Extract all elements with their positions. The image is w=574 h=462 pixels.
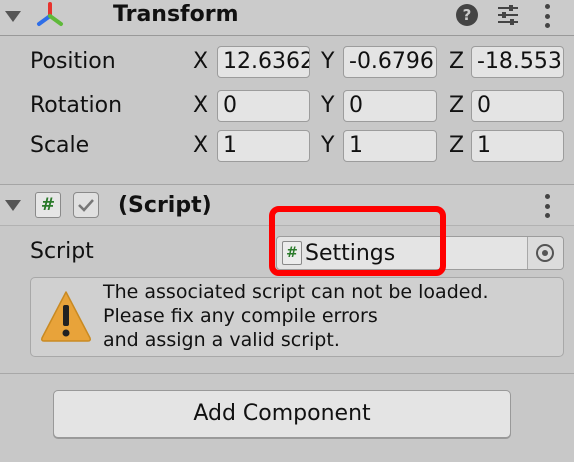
svg-text:?: ?	[463, 6, 472, 24]
rotation-z-label[interactable]: Z	[449, 93, 464, 118]
position-x-label[interactable]: X	[193, 49, 208, 74]
position-x-field[interactable]: 12.6362	[217, 46, 310, 78]
rotation-y-label[interactable]: Y	[321, 93, 334, 118]
help-icon[interactable]: ?	[455, 3, 479, 27]
rotation-x-label[interactable]: X	[193, 93, 208, 118]
scale-z-label[interactable]: Z	[449, 133, 464, 158]
rotation-y-field[interactable]: 0	[343, 90, 437, 122]
scale-y-label[interactable]: Y	[321, 133, 334, 158]
rotation-z-field[interactable]: 0	[471, 90, 564, 122]
script-component-title: (Script)	[118, 193, 212, 218]
script-component-menu-icon[interactable]	[544, 194, 550, 218]
scale-y-field[interactable]: 1	[343, 130, 437, 162]
collapse-triangle-icon[interactable]	[5, 11, 21, 22]
position-y-label[interactable]: Y	[321, 49, 334, 74]
presets-sliders-icon[interactable]	[496, 4, 520, 26]
warning-line: The associated script can not be loaded.	[103, 281, 489, 303]
warning-helpbox: The associated script can not be loaded.…	[30, 277, 564, 357]
rotation-label: Rotation	[30, 93, 123, 118]
transform-title: Transform	[113, 2, 239, 27]
scale-z-field[interactable]: 1	[471, 130, 564, 162]
scale-label: Scale	[30, 133, 90, 158]
inspector-divider	[0, 373, 574, 374]
checkmark-icon	[78, 199, 94, 212]
object-picker-button[interactable]	[527, 237, 563, 269]
transform-header[interactable]: Transform ?	[0, 0, 574, 36]
highlight-box	[269, 206, 446, 276]
scale-x-label[interactable]: X	[193, 133, 208, 158]
position-z-field[interactable]: -18.553	[471, 46, 564, 78]
component-enabled-checkbox[interactable]	[73, 192, 99, 218]
rotation-x-field[interactable]: 0	[217, 90, 310, 122]
warning-line: and assign a valid script.	[103, 329, 340, 351]
collapse-triangle-icon[interactable]	[5, 200, 21, 211]
add-component-button[interactable]: Add Component	[53, 390, 511, 438]
warning-line: Please fix any compile errors	[103, 305, 378, 327]
transform-axis-icon	[37, 2, 63, 26]
warning-icon	[41, 291, 91, 342]
script-hash-icon: #	[35, 192, 61, 218]
scale-x-field[interactable]: 1	[217, 130, 310, 162]
position-label: Position	[30, 49, 116, 74]
warning-message: The associated script can not be loaded.…	[103, 280, 489, 352]
transform-menu-icon[interactable]	[544, 4, 550, 28]
script-label: Script	[30, 239, 94, 264]
position-y-field[interactable]: -0.6796	[343, 46, 437, 78]
position-z-label[interactable]: Z	[449, 49, 464, 74]
